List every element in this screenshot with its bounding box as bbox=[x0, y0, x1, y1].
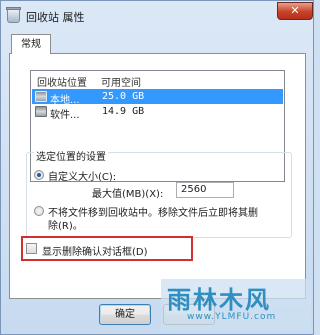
max-size-input[interactable]: 2560 bbox=[176, 182, 234, 198]
recycle-bin-properties-window: 回收站 属性 ✕ 常规 回收站位置 可用空间 本地... 25.0 GB 软件.… bbox=[0, 0, 314, 335]
list-row-local[interactable]: 本地... 25.0 GB bbox=[32, 89, 283, 106]
free-space-cell: 25.0 GB bbox=[102, 91, 145, 102]
watermark-url: www.YLMFU.com bbox=[187, 312, 277, 322]
list-row-software[interactable]: 软件... 14.9 GB bbox=[32, 104, 283, 121]
recycle-bin-icon bbox=[6, 7, 21, 23]
custom-size-radio[interactable] bbox=[34, 170, 44, 180]
title-bar[interactable]: 回收站 属性 ✕ bbox=[1, 1, 313, 31]
delete-immediately-radio[interactable] bbox=[34, 206, 44, 216]
ok-button[interactable]: 确定 bbox=[99, 304, 151, 325]
window-title: 回收站 属性 bbox=[26, 11, 85, 24]
location-cell: 软件... bbox=[50, 110, 80, 121]
delete-immediately-label-line2[interactable]: 除(R)。 bbox=[48, 217, 83, 232]
close-button[interactable]: ✕ bbox=[277, 2, 313, 20]
watermark-logo: 雨林木风 bbox=[167, 286, 271, 314]
column-header-location[interactable]: 回收站位置 bbox=[37, 74, 87, 89]
max-value-label: 最大值(MB)(X): bbox=[92, 189, 164, 200]
list-header: 回收站位置 可用空间 bbox=[31, 71, 284, 89]
show-confirm-dialog-label[interactable]: 显示删除确认对话框(D) bbox=[42, 243, 148, 258]
site-watermark: 雨林木风 www.YLMFU.com bbox=[161, 279, 311, 331]
settings-group-label: 选定位置的设置 bbox=[34, 148, 108, 163]
drive-icon bbox=[35, 106, 47, 117]
custom-size-label[interactable]: 自定义大小(C): bbox=[48, 168, 116, 183]
free-space-cell: 14.9 GB bbox=[102, 106, 145, 117]
drive-icon bbox=[35, 91, 47, 102]
column-header-free-space[interactable]: 可用空间 bbox=[101, 74, 141, 89]
tab-general[interactable]: 常规 bbox=[11, 34, 51, 54]
show-confirm-dialog-checkbox[interactable] bbox=[26, 243, 37, 254]
general-tab-panel: 回收站位置 可用空间 本地... 25.0 GB 软件... 14.9 GB 选… bbox=[9, 53, 306, 299]
